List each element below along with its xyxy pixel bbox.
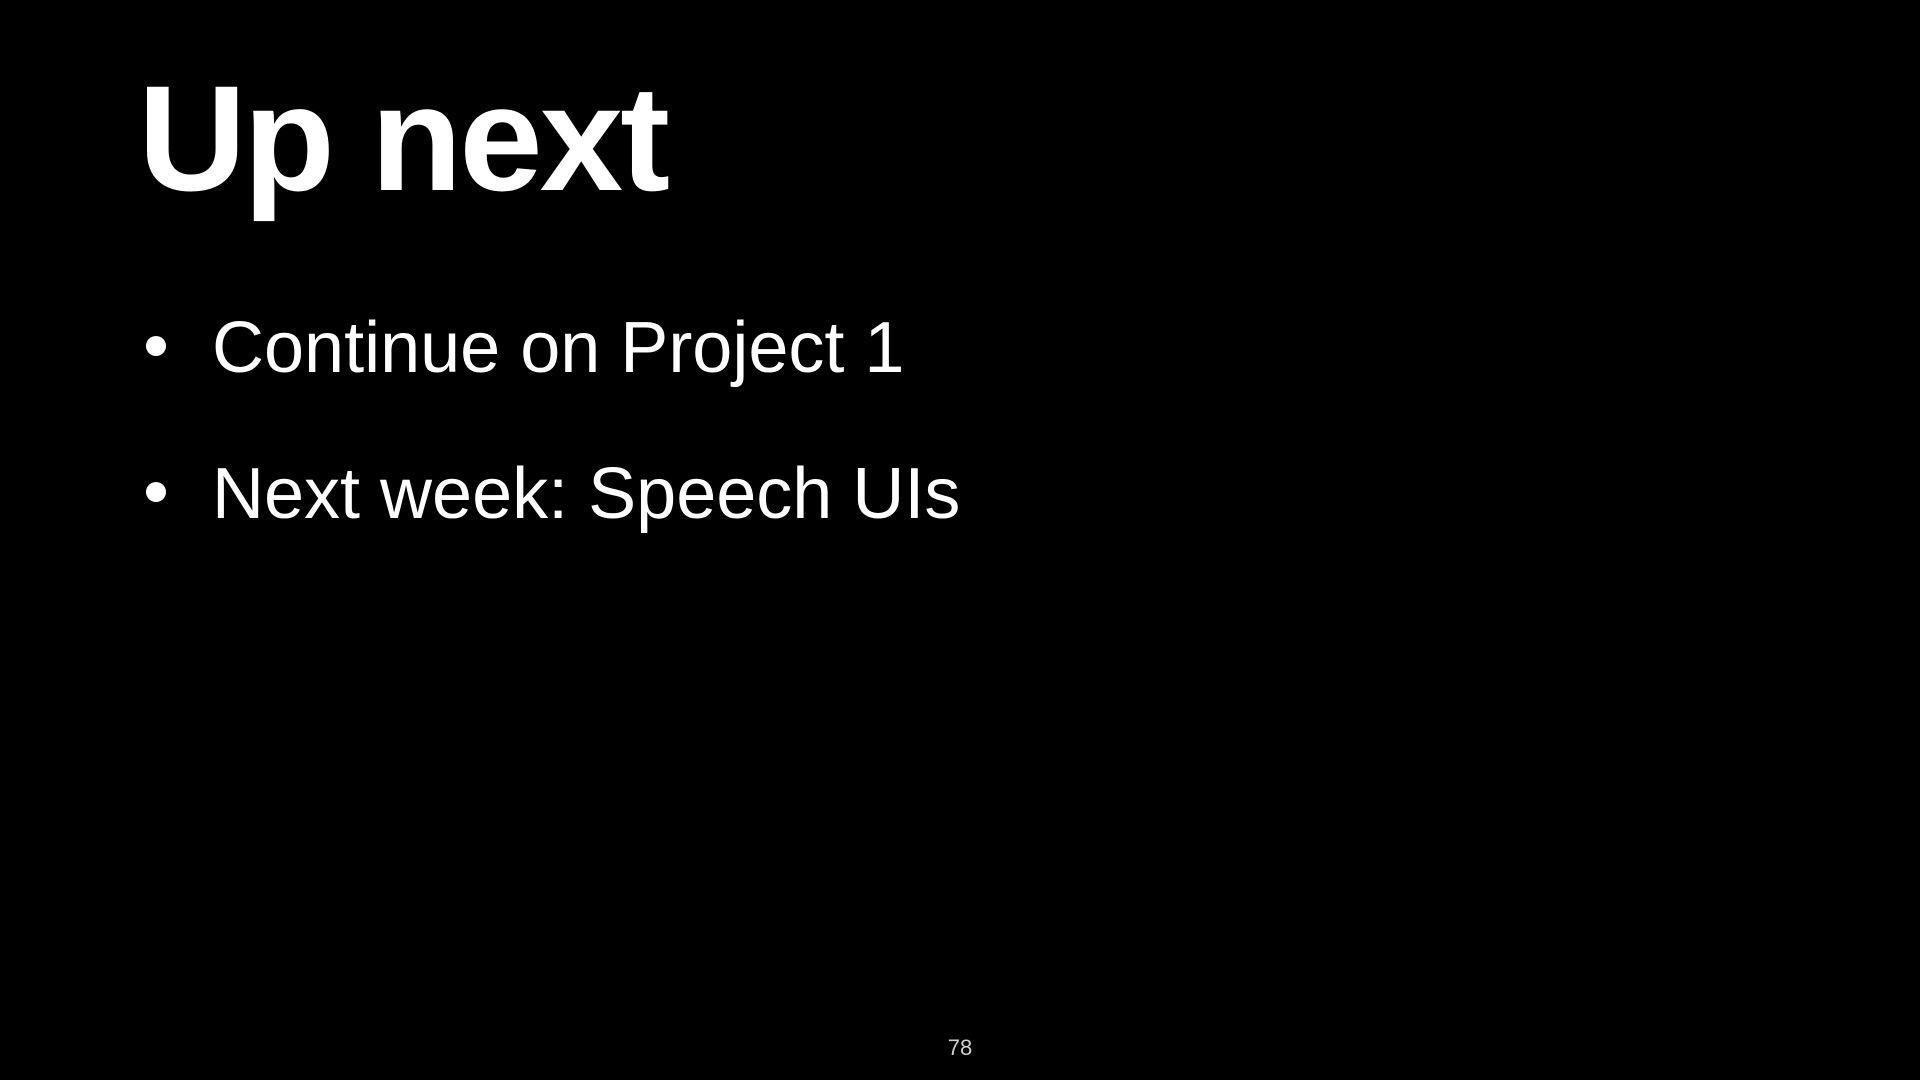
bullet-item-next-week: Next week: Speech UIs xyxy=(138,450,960,596)
bullet-list: Continue on Project 1 Next week: Speech … xyxy=(138,304,960,596)
bullet-item-project: Continue on Project 1 xyxy=(138,304,960,450)
bullet-dot-icon xyxy=(146,482,166,502)
slide-number: 78 xyxy=(947,1035,973,1060)
bullet-dot-icon xyxy=(146,336,166,356)
bullet-text: Continue on Project 1 xyxy=(212,308,905,388)
slide-title: Up next xyxy=(138,54,670,222)
slide: Up next Continue on Project 1 Next week:… xyxy=(0,0,1920,1080)
bullet-text: Next week: Speech UIs xyxy=(212,454,961,534)
